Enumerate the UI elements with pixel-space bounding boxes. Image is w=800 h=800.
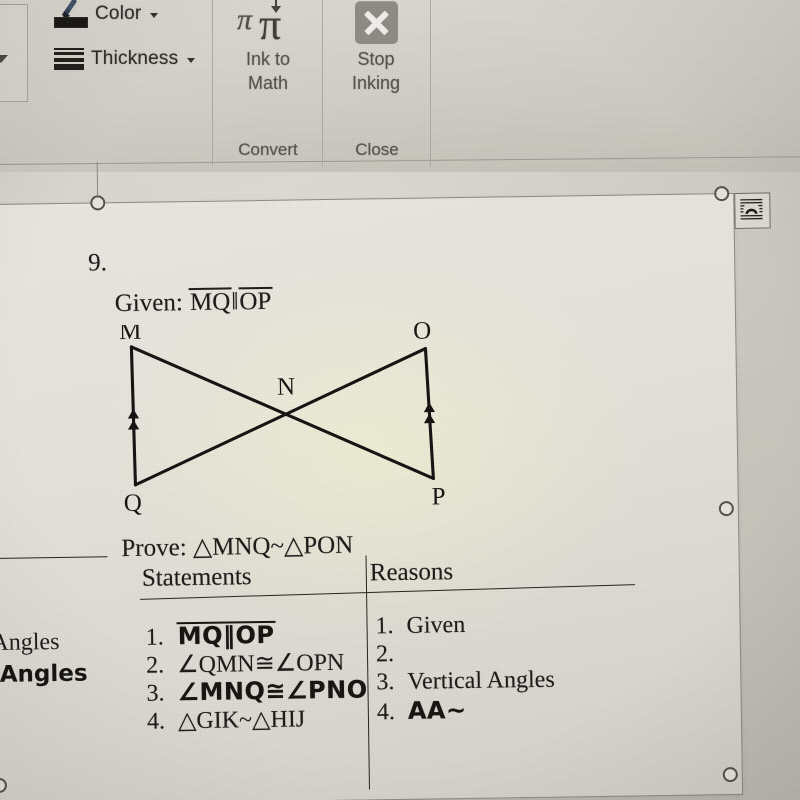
statement-text: △GIK~△HIJ: [177, 706, 306, 735]
ink-tools-ribbon: Color Thickness π π Ink to Math Stop Ink…: [0, 0, 800, 172]
reason-number: 3.: [376, 669, 395, 696]
stop-inking-label-line1: Stop: [357, 49, 395, 69]
statement-text: MQ‖OP: [176, 620, 276, 651]
close-x-icon: [324, 0, 428, 48]
given-segment-mq: MQ: [188, 287, 232, 317]
reason-text: Vertical Angles: [407, 666, 555, 695]
stop-inking-button[interactable]: Stop Inking: [324, 0, 428, 96]
table-row: 2. ∠QMN≅∠OPN: [145, 647, 367, 679]
statement-text: ∠MNQ≅∠PNO: [177, 675, 368, 707]
ink-to-math-label-line1: Ink to: [245, 49, 291, 69]
statement-text: ∠QMN≅∠OPN: [176, 649, 345, 679]
ink-to-math-label-line2: Math: [247, 72, 289, 93]
prove-prefix: Prove:: [121, 534, 194, 563]
caret-down-icon[interactable]: [0, 55, 8, 63]
table-row: 4. △GIK~△HIJ: [147, 703, 368, 734]
ink-to-math-pi-icon: π π: [216, 0, 320, 49]
bowtie-vertical-angles-figure: M O N Q P: [119, 320, 446, 515]
table-row: 1. Given: [375, 611, 554, 642]
statement-number: 3.: [146, 680, 165, 707]
reasons-column: 1. Given 2. 3. Vertical Angles 4. AA~: [375, 611, 556, 726]
close-group-caption: Close: [355, 140, 399, 159]
reason-text: AA~: [407, 695, 467, 725]
layout-options-icon[interactable]: [734, 192, 771, 229]
color-button-label: Color: [95, 3, 142, 24]
thickness-button[interactable]: Thickness: [54, 44, 196, 74]
vertex-label-n: N: [277, 373, 295, 400]
statement-number: 2.: [145, 652, 165, 679]
given-prefix: Given:: [114, 289, 190, 318]
screenshot-root: Color Thickness π π Ink to Math Stop Ink…: [0, 0, 800, 800]
cut-off-text-printed: g Angles: [0, 629, 60, 657]
prove-body: △MNQ~△PON: [192, 531, 354, 562]
table-row: 4. AA~: [376, 695, 556, 726]
table-header-statements: Statements: [141, 563, 252, 592]
table-header-reasons: Reasons: [369, 558, 454, 587]
prove-statement: Prove: △MNQ~△PON: [121, 530, 353, 563]
cut-off-text-handwritten: g Angles: [0, 660, 88, 689]
reason-number: 1.: [375, 613, 394, 640]
vertex-label-o: O: [413, 320, 431, 345]
pen-color-icon: [54, 0, 88, 30]
caret-down-icon[interactable]: [150, 13, 159, 18]
table-row: 1. MQ‖OP: [145, 619, 366, 651]
caret-down-icon[interactable]: [187, 58, 196, 63]
given-statement: Given: MQ‖OP: [114, 286, 273, 318]
given-segment-op: OP: [238, 286, 273, 316]
document-canvas: 9. Given: MQ‖OP M O N Q P Prove: △MNQ~△P…: [0, 162, 771, 800]
vertex-label-q: Q: [124, 490, 142, 515]
selected-image-object[interactable]: 9. Given: MQ‖OP M O N Q P Prove: △MNQ~△P…: [0, 192, 744, 800]
convert-group-caption: Convert: [238, 140, 298, 159]
reason-number: 2.: [375, 641, 395, 668]
statement-number: 4.: [146, 708, 166, 735]
statements-column: 1. MQ‖OP 2. ∠QMN≅∠OPN 3. ∠MNQ≅∠PNO 4. △G…: [145, 619, 368, 735]
table-row: 2.: [376, 639, 555, 670]
resize-handle-bottom-right[interactable]: [722, 766, 738, 783]
table-row: 3. ∠MNQ≅∠PNO: [146, 675, 367, 706]
table-row: 3. Vertical Angles: [376, 667, 555, 698]
line-thickness-icon: [54, 44, 84, 74]
reason-text: Given: [406, 611, 466, 639]
vertex-label-p: P: [431, 483, 445, 510]
statement-number: 1.: [145, 624, 164, 651]
vertex-label-m: M: [119, 320, 142, 345]
question-number: 9.: [87, 249, 108, 277]
ink-to-math-button[interactable]: π π Ink to Math: [216, 0, 320, 96]
pens-gallery-stub[interactable]: [0, 4, 28, 102]
stop-inking-label-line2: Inking: [351, 72, 401, 93]
thickness-button-label: Thickness: [91, 48, 179, 69]
color-button[interactable]: Color: [54, 0, 159, 30]
reason-number: 4.: [376, 699, 396, 726]
